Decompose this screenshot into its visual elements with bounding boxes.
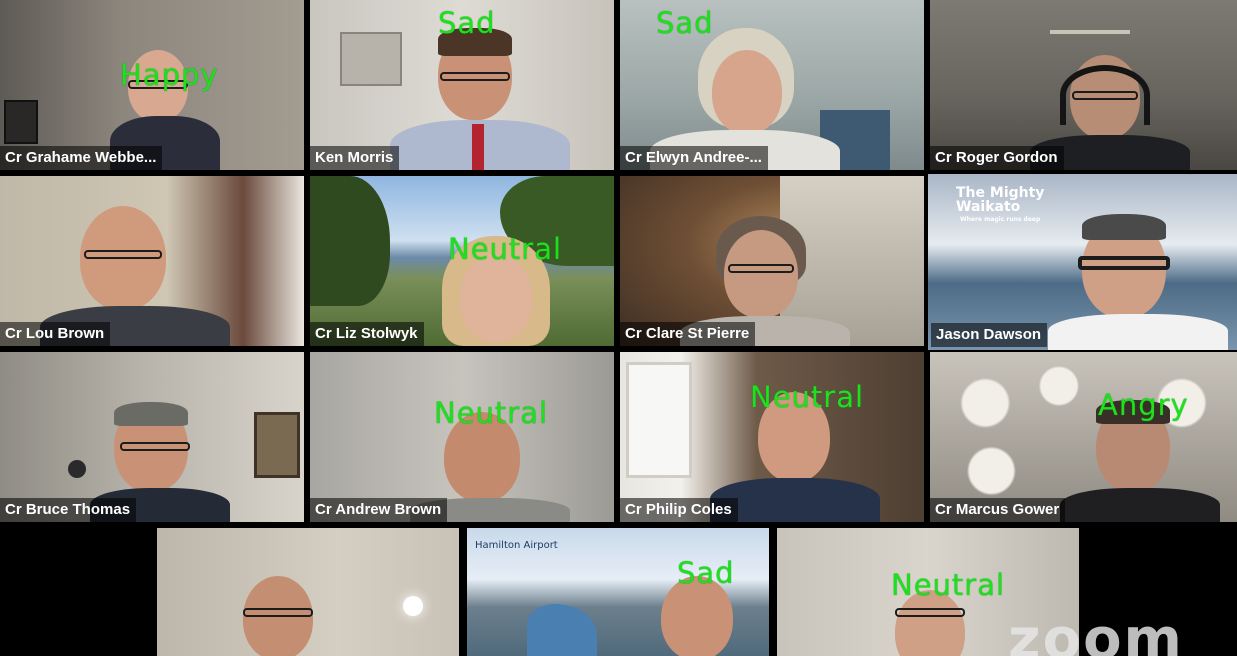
- wall-picture: [254, 412, 300, 478]
- emotion-label: Neutral: [750, 380, 865, 414]
- video-tile-jason-dawson-active-speaker[interactable]: The Mighty Waikato Where magic runs deep…: [928, 174, 1237, 350]
- participant-video: [1048, 200, 1228, 350]
- participant-name: Jason Dawson: [931, 323, 1048, 347]
- video-tile-participant-13[interactable]: [157, 528, 459, 656]
- hamilton-airport-logo: Hamilton Airport: [475, 540, 558, 551]
- emotion-label: Happy: [120, 58, 219, 92]
- participant-name: Cr Grahame Webbe...: [0, 146, 163, 170]
- video-tile-liz-stolwyk[interactable]: Neutral Cr Liz Stolwyk: [310, 176, 614, 346]
- wall-clock: [68, 460, 86, 478]
- participant-name: Ken Morris: [310, 146, 400, 170]
- video-tile-grahame-webber[interactable]: Happy Cr Grahame Webbe...: [0, 0, 304, 170]
- zoom-watermark: zoom: [1008, 607, 1184, 656]
- background-title: The Mighty Waikato: [956, 185, 1045, 215]
- participant-name: Cr Andrew Brown: [310, 498, 448, 522]
- window: [626, 362, 692, 478]
- emotion-label: Sad: [438, 6, 496, 40]
- participant-name: Cr Bruce Thomas: [0, 498, 137, 522]
- participant-video: [390, 20, 570, 170]
- video-tile-clare-st-pierre[interactable]: Cr Clare St Pierre: [620, 176, 924, 346]
- zoom-gallery-view: Happy Cr Grahame Webbe... Sad Ken Morris…: [0, 0, 1237, 656]
- video-tile-roger-gordon[interactable]: Cr Roger Gordon: [930, 0, 1237, 170]
- video-tile-ken-morris[interactable]: Sad Ken Morris: [310, 0, 614, 170]
- video-tile-andrew-brown[interactable]: Neutral Cr Andrew Brown: [310, 352, 614, 522]
- video-tile-participant-14[interactable]: Hamilton Airport Sad: [467, 528, 769, 656]
- participant-video: [227, 576, 357, 656]
- participant-name: Cr Clare St Pierre: [620, 322, 756, 346]
- participant-name: Cr Lou Brown: [0, 322, 111, 346]
- background-tagline: Where magic runs deep: [960, 216, 1041, 223]
- ceiling-fan: [1050, 30, 1130, 34]
- emotion-label: Neutral: [891, 568, 1006, 602]
- lamp: [403, 596, 423, 616]
- video-tile-lou-brown[interactable]: Cr Lou Brown: [0, 176, 304, 346]
- emotion-label: Sad: [656, 6, 714, 40]
- participant-name: Cr Liz Stolwyk: [310, 322, 424, 346]
- participant-name: Cr Marcus Gower: [930, 498, 1066, 522]
- emotion-label: Neutral: [434, 396, 549, 430]
- emotion-label: Angry: [1098, 388, 1189, 422]
- participant-name: Cr Philip Coles: [620, 498, 738, 522]
- emotion-label: Sad: [677, 556, 735, 590]
- video-tile-bruce-thomas[interactable]: Cr Bruce Thomas: [0, 352, 304, 522]
- emotion-label: Neutral: [448, 232, 563, 266]
- participant-name: Cr Roger Gordon: [930, 146, 1064, 170]
- video-tile-philip-coles[interactable]: Neutral Cr Philip Coles: [620, 352, 924, 522]
- tree: [310, 176, 390, 306]
- wall-picture: [4, 100, 38, 144]
- video-tile-elwyn-andree[interactable]: Sad Cr Elwyn Andree-...: [620, 0, 924, 170]
- video-tile-marcus-gower[interactable]: Angry Cr Marcus Gower: [930, 352, 1237, 522]
- participant-name: Cr Elwyn Andree-...: [620, 146, 768, 170]
